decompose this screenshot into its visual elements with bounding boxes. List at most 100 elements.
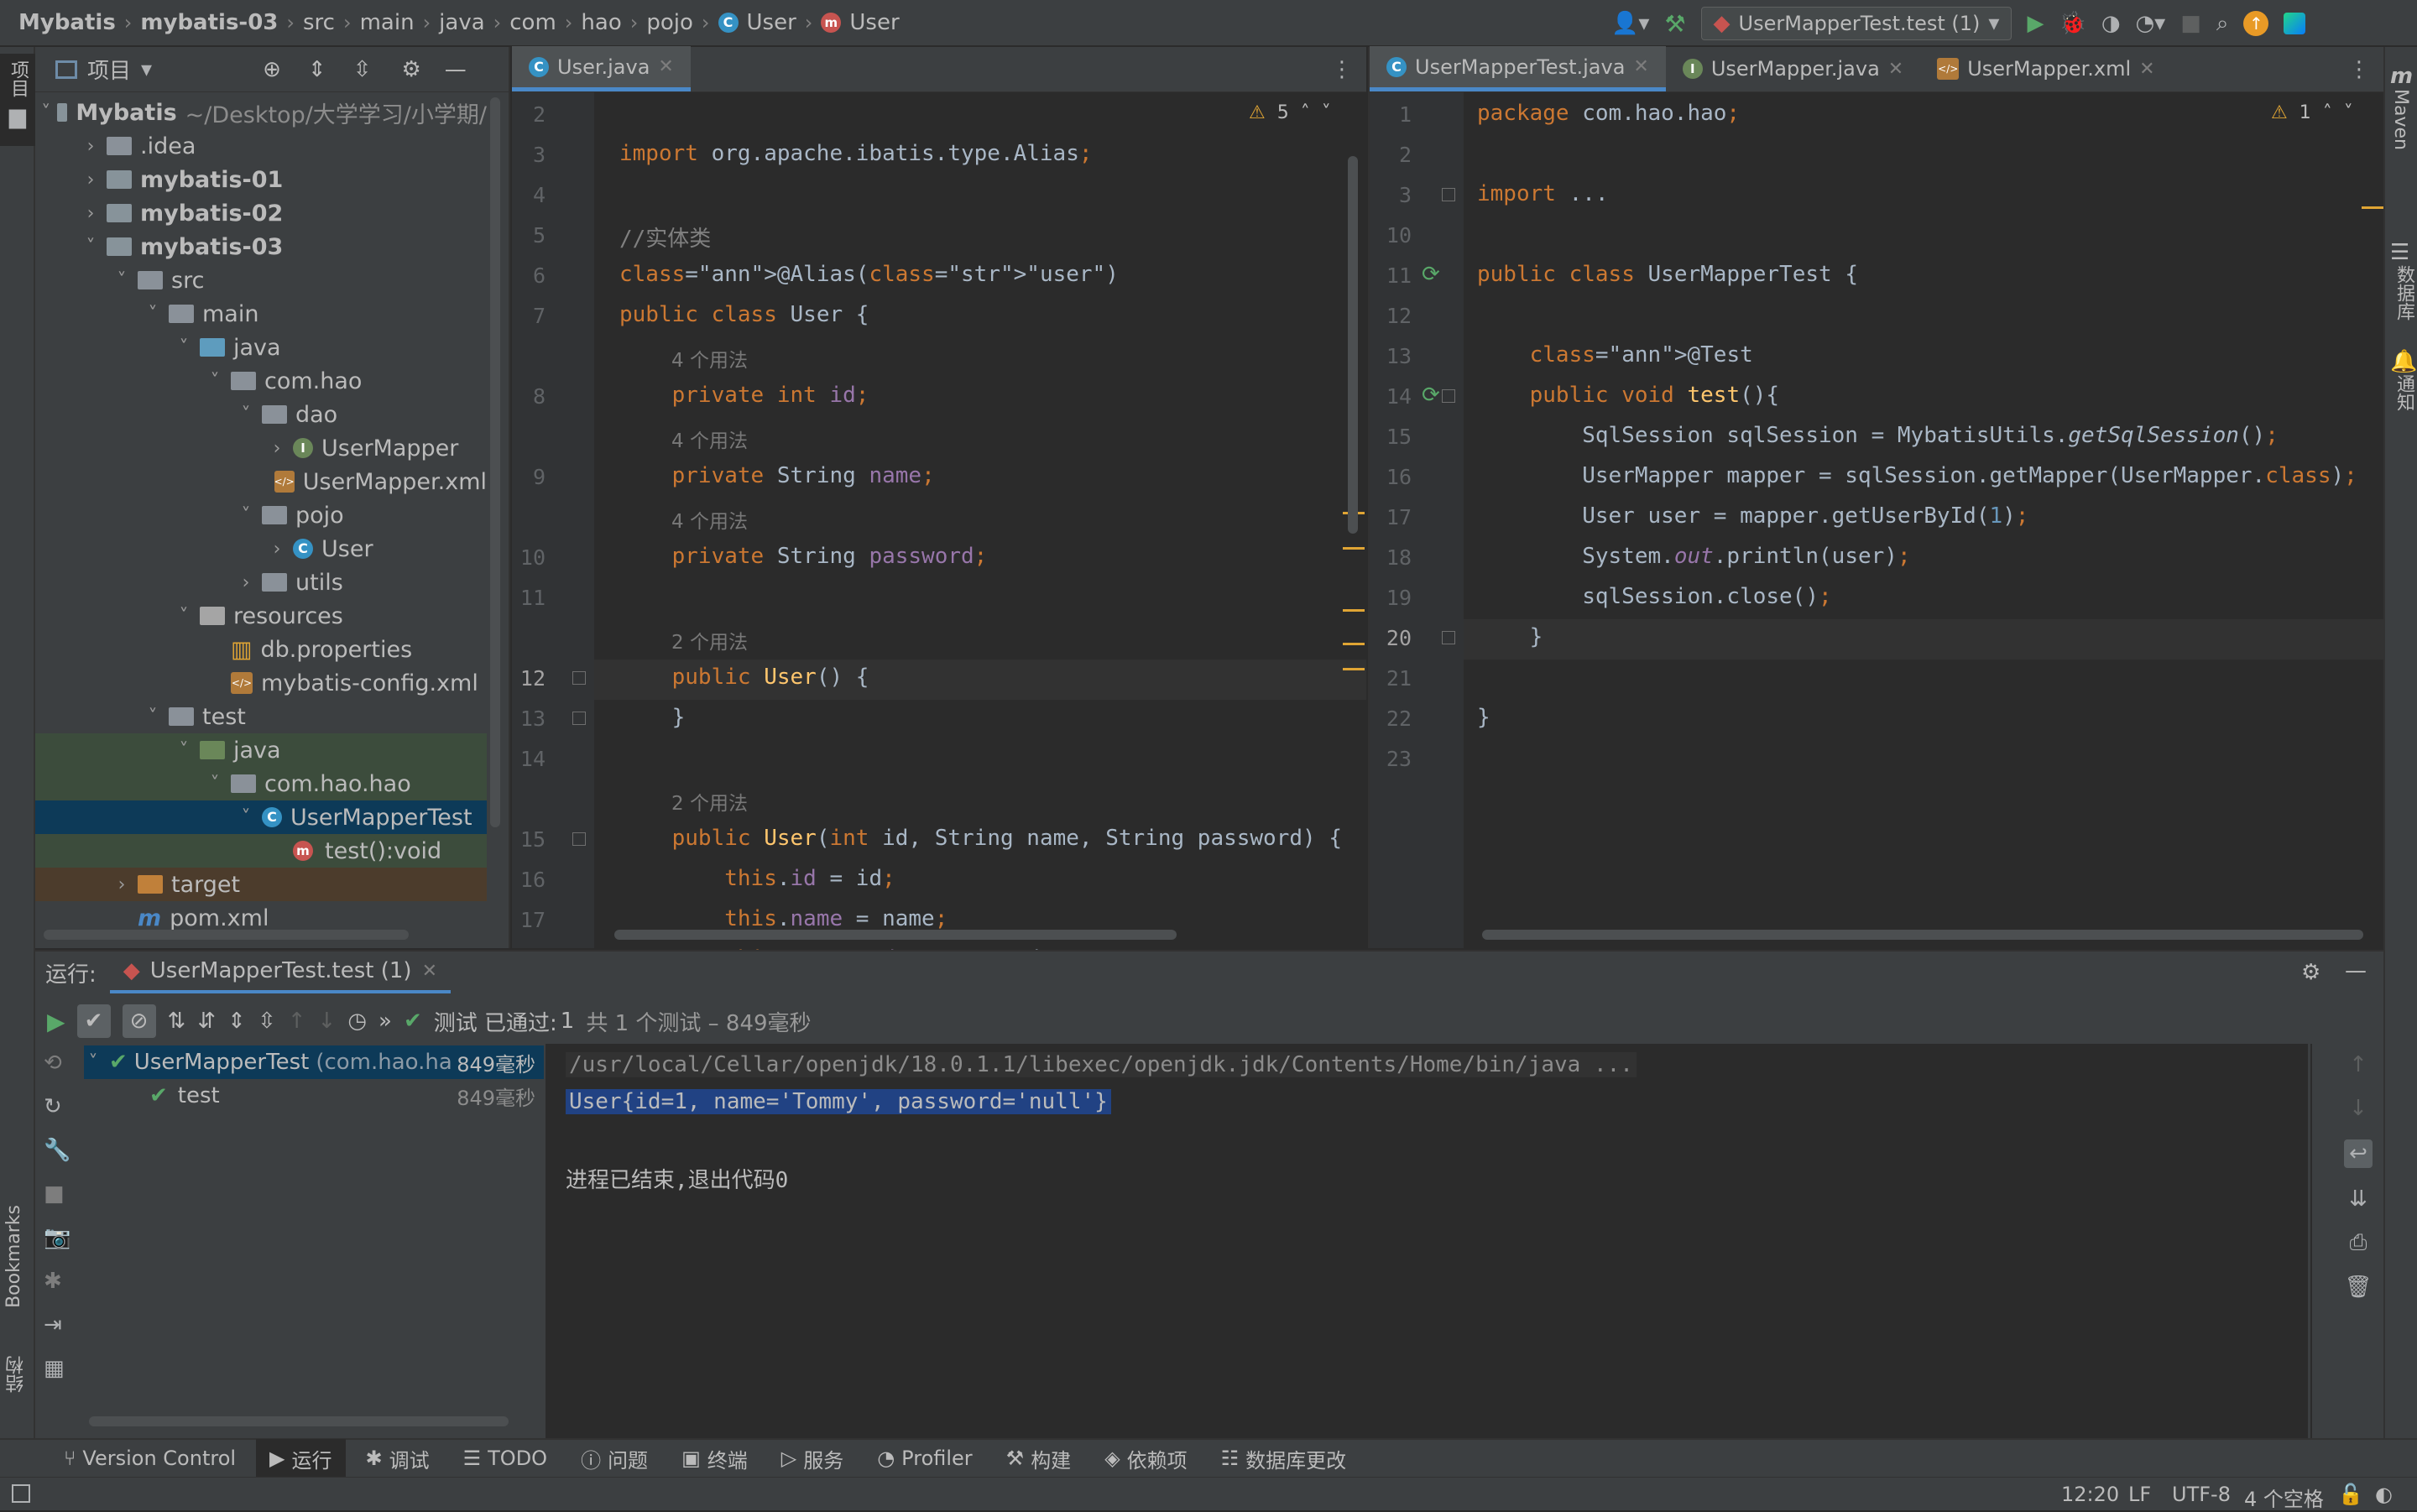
warning-marker[interactable]	[1343, 643, 1365, 645]
file-encoding[interactable]: UTF-8	[2172, 1483, 2231, 1506]
breadcrumb-item[interactable]: com	[509, 10, 556, 35]
update-icon[interactable]: ↑	[2243, 11, 2269, 36]
camera-icon[interactable]: 📷	[44, 1225, 74, 1250]
chevron-up-icon[interactable]: ˄	[1301, 102, 1310, 123]
breadcrumb-item[interactable]: Mybatis	[18, 10, 116, 35]
chevron-down-icon[interactable]: ˅	[237, 505, 255, 526]
tree-item[interactable]: › I UserMapper	[35, 431, 487, 465]
trash-icon[interactable]: 🗑	[2344, 1275, 2372, 1300]
close-icon[interactable]: ✕	[1633, 56, 1648, 77]
breadcrumb-item[interactable]: src	[303, 10, 335, 35]
chevron-down-icon[interactable]: ˅	[41, 102, 50, 123]
breadcrumb-item[interactable]: hao	[581, 10, 621, 35]
tool-todo[interactable]: ☰ TODO	[450, 1439, 561, 1478]
tool-version-control[interactable]: ⑂ Version Control	[50, 1439, 249, 1478]
fold-marker-icon[interactable]	[1442, 389, 1455, 403]
debug-icon[interactable]: ✱	[44, 1269, 74, 1294]
toggle-auto-test-icon[interactable]: ↻	[44, 1094, 74, 1119]
vertical-scrollbar[interactable]	[490, 97, 500, 827]
chevron-right-icon[interactable]: ›	[81, 203, 100, 224]
tree-item[interactable]: </> UserMapper.xml	[35, 465, 487, 498]
wrench-icon[interactable]: 🔧	[44, 1138, 74, 1163]
tool-build[interactable]: ⚒ 构建	[993, 1439, 1085, 1478]
chevron-right-icon[interactable]: ›	[237, 572, 255, 593]
tree-item[interactable]: › mybatis-02	[35, 196, 487, 230]
restart-failed-icon[interactable]: ⟲	[44, 1051, 74, 1076]
warning-marker[interactable]	[1343, 609, 1365, 612]
close-icon[interactable]: ✕	[422, 961, 437, 982]
show-ignored-icon[interactable]: ⊘	[122, 1004, 156, 1038]
chevron-down-icon[interactable]: ˅	[144, 706, 162, 727]
horizontal-scrollbar[interactable]	[614, 930, 1177, 940]
lock-icon[interactable]: 🔓	[2338, 1483, 2363, 1506]
usage-hint[interactable]: 2 个用法	[671, 787, 748, 816]
tool-database-changes[interactable]: ☷ 数据库更改	[1208, 1439, 1360, 1478]
run-gutter-icon[interactable]: ⟳	[1422, 383, 1440, 408]
minimize-icon[interactable]: —	[445, 57, 467, 82]
fold-marker-icon[interactable]	[572, 712, 586, 725]
chevron-down-icon[interactable]: ˅	[1322, 102, 1331, 123]
tab-usermapper-xml[interactable]: </> UserMapper.xml ✕	[1920, 46, 2171, 91]
usage-hint[interactable]: 2 个用法	[671, 626, 748, 654]
chevron-down-icon[interactable]: ˅	[81, 237, 100, 258]
breadcrumb-item[interactable]: main	[360, 10, 415, 35]
tree-item[interactable]: ˅ C UserMapperTest	[35, 800, 487, 834]
more-icon[interactable]: ⋮	[2348, 57, 2370, 82]
tree-item[interactable]: ˅ com.hao	[35, 364, 487, 398]
horizontal-scrollbar[interactable]	[44, 930, 409, 940]
tab-usermappertest-java[interactable]: C UserMapperTest.java ✕	[1370, 46, 1666, 91]
chevron-down-icon[interactable]: ˅	[144, 304, 162, 325]
soft-wrap-icon[interactable]: ↩	[2344, 1139, 2373, 1168]
rerun-icon[interactable]: ▶	[47, 1008, 65, 1035]
chevron-right-icon[interactable]: ›	[81, 169, 100, 190]
console-output[interactable]: /usr/local/Cellar/openjdk/18.0.1.1/libex…	[546, 1044, 2312, 1438]
tool-run[interactable]: ▶ 运行	[256, 1439, 346, 1478]
notifications-tool-button[interactable]: 🔔 通知	[2390, 349, 2417, 417]
chevron-up-icon[interactable]: ˄	[2323, 102, 2332, 123]
inspection-widget[interactable]: ⚠ 1 ˄ ˅	[2271, 102, 2353, 123]
tool-profiler[interactable]: ◔ Profiler	[864, 1439, 985, 1478]
chevron-right-icon[interactable]: ›	[268, 539, 286, 560]
tool-problems[interactable]: ⓘ 问题	[567, 1439, 661, 1478]
tree-item[interactable]: › utils	[35, 566, 487, 599]
chevron-down-icon[interactable]: ˅	[175, 740, 193, 761]
arrow-up-icon[interactable]: ↑	[2349, 1052, 2367, 1077]
user-icon[interactable]: 👤▾	[1611, 11, 1649, 36]
test-result-row[interactable]: ✔ test 849毫秒	[84, 1079, 544, 1113]
locate-icon[interactable]: ⊕	[263, 57, 281, 82]
test-result-row[interactable]: ˅ ✔ UserMapperTest (com.hao.ha 849毫秒	[84, 1045, 544, 1079]
profile-icon[interactable]: ◔▾	[2136, 11, 2166, 36]
expand-all-icon[interactable]: ⇕	[308, 57, 326, 82]
expand-all-icon[interactable]: ⇕	[227, 1009, 246, 1034]
breadcrumb-item[interactable]: java	[439, 10, 484, 35]
run-icon[interactable]: ▶	[2027, 11, 2044, 36]
tree-item[interactable]: › C User	[35, 532, 487, 566]
tree-item[interactable]: › .idea	[35, 129, 487, 163]
usage-hint[interactable]: 4 个用法	[671, 505, 748, 534]
print-icon[interactable]: ⎙	[2350, 1230, 2367, 1256]
chevron-down-icon[interactable]: ˅	[206, 774, 224, 795]
build-hammer-icon[interactable]: ⚒	[1664, 10, 1685, 38]
minimize-icon[interactable]: —	[2345, 958, 2367, 983]
bookmarks-tool-button[interactable]: Bookmarks	[3, 1205, 24, 1314]
stop-icon[interactable]: ■	[2180, 11, 2201, 36]
tree-item[interactable]: </> mybatis-config.xml	[35, 666, 487, 700]
project-tool-button[interactable]: 项目 ▆	[0, 54, 35, 146]
breadcrumb-item[interactable]: User	[747, 10, 796, 35]
tree-item[interactable]: › target	[35, 868, 487, 901]
arrow-down-icon[interactable]: ↓	[318, 1009, 337, 1034]
chevron-down-icon[interactable]: ˅	[175, 337, 193, 358]
run-tab[interactable]: ◆ UserMapperTest.test (1) ✕	[109, 952, 452, 993]
tree-item[interactable]: ˅ Mybatis ~/Desktop/大学学习/小学期/	[35, 96, 487, 129]
tree-item[interactable]: ˅ java	[35, 331, 487, 364]
chevron-down-icon[interactable]: ˅	[112, 270, 131, 291]
gear-icon[interactable]: ⚙	[2301, 960, 2320, 985]
tree-item[interactable]: › mybatis-01	[35, 163, 487, 196]
tree-item[interactable]: ˅ main	[35, 297, 487, 331]
tree-item[interactable]: ˅ src	[35, 263, 487, 297]
breadcrumb-item[interactable]: User	[849, 10, 899, 35]
inspection-widget[interactable]: ⚠ 5 ˄ ˅	[1249, 102, 1331, 123]
coverage-icon[interactable]: ◑	[2101, 11, 2121, 36]
sort-alpha-icon[interactable]: ⇅	[168, 1009, 186, 1034]
chevron-right-icon[interactable]: ›	[112, 874, 131, 895]
